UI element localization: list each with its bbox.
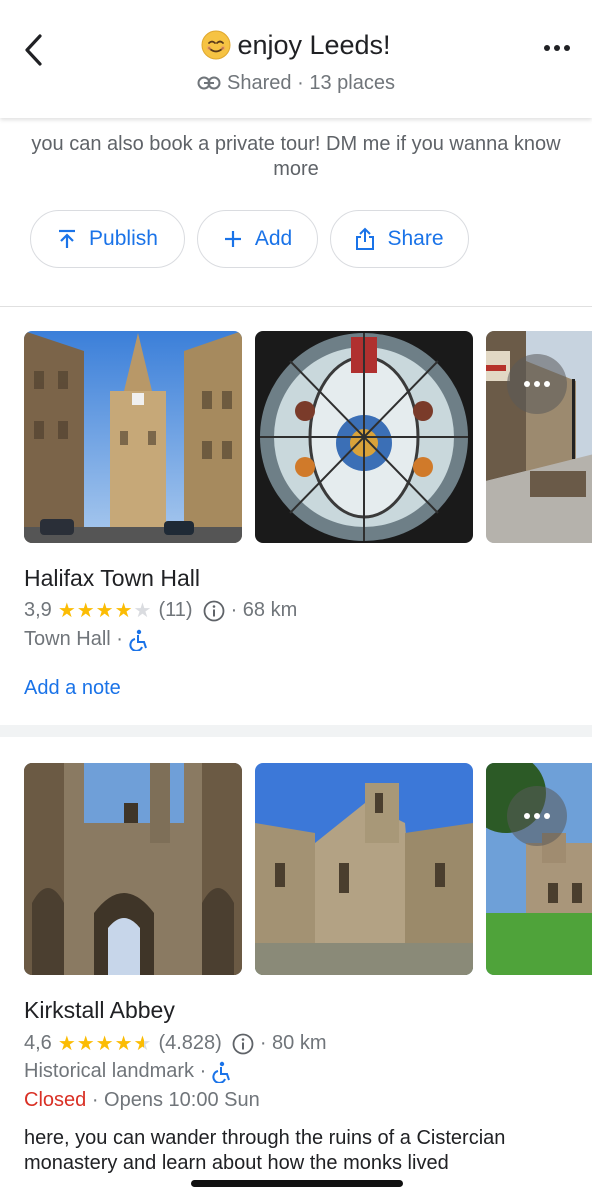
smiling-face-emoji-icon xyxy=(201,30,231,60)
places-count: · 13 places xyxy=(297,72,395,94)
place-category: Town Hall · xyxy=(24,628,123,650)
add-button[interactable]: Add xyxy=(197,210,318,268)
more-options-icon[interactable] xyxy=(540,36,574,60)
place-photo-halifax-town-hall[interactable] xyxy=(24,331,242,543)
rating-row: 4,6 ★★★★★ (4.828) · 80 km xyxy=(24,1031,327,1056)
more-photos-button[interactable] xyxy=(507,354,567,414)
link-icon xyxy=(197,76,221,90)
category-row: Town Hall · xyxy=(24,628,149,651)
rating-value: 3,9 xyxy=(24,599,52,621)
list-title: enjoy Leeds! xyxy=(0,30,592,61)
top-app-bar: enjoy Leeds! Shared · 13 places xyxy=(0,0,592,118)
place-photo-kirkstall-abbey-ruins[interactable] xyxy=(255,763,473,975)
place-photo-stained-glass[interactable] xyxy=(255,331,473,543)
plus-icon xyxy=(224,231,241,247)
star-rating-icon: ★★★★★ xyxy=(57,600,153,622)
add-label: Add xyxy=(254,227,293,250)
place-note[interactable]: here, you can wander through the ruins o… xyxy=(24,1126,568,1176)
review-count: (11) xyxy=(158,599,193,621)
share-button[interactable]: Share xyxy=(330,210,469,268)
publish-icon xyxy=(59,229,76,248)
place-category: Historical landmark · xyxy=(24,1060,207,1082)
distance: · 80 km xyxy=(259,1032,327,1054)
shared-label: Shared xyxy=(227,72,292,94)
more-horizontal-icon xyxy=(524,381,550,387)
star-rating-icon: ★★★★★ xyxy=(57,1033,153,1055)
section-divider xyxy=(0,306,592,307)
distance: · 68 km xyxy=(230,599,298,621)
place-title[interactable]: Kirkstall Abbey xyxy=(24,997,175,1024)
share-label: Share xyxy=(387,227,444,250)
list-title-text: enjoy Leeds! xyxy=(237,30,391,60)
rating-value: 4,6 xyxy=(24,1032,52,1054)
home-indicator[interactable] xyxy=(191,1180,403,1187)
closed-status: Closed xyxy=(24,1089,87,1111)
more-photos-button[interactable] xyxy=(507,786,567,846)
list-description: you can also book a private tour! DM me … xyxy=(31,133,561,180)
publish-button[interactable]: Publish xyxy=(30,210,185,268)
review-count: (4.828) xyxy=(158,1032,222,1054)
wheelchair-accessible-icon xyxy=(129,629,147,651)
publish-label: Publish xyxy=(89,227,158,250)
more-horizontal-icon xyxy=(524,813,550,819)
rating-row: 3,9 ★★★★★ (11) · 68 km xyxy=(24,598,297,623)
add-a-note-link[interactable]: Add a note xyxy=(24,677,121,700)
share-icon xyxy=(356,227,375,250)
info-icon[interactable] xyxy=(232,1033,254,1055)
section-separator xyxy=(0,725,592,737)
info-icon[interactable] xyxy=(203,600,225,622)
opening-status: Closed · Opens 10:00 Sun xyxy=(24,1089,260,1112)
wheelchair-accessible-icon xyxy=(212,1061,231,1083)
list-subtitle: Shared · 13 places xyxy=(0,72,592,95)
place-photo-kirkstall-abbey-interior[interactable] xyxy=(24,763,242,975)
opening-time: · Opens 10:00 Sun xyxy=(91,1089,260,1111)
place-title[interactable]: Halifax Town Hall xyxy=(24,565,200,592)
category-row: Historical landmark · xyxy=(24,1060,232,1083)
